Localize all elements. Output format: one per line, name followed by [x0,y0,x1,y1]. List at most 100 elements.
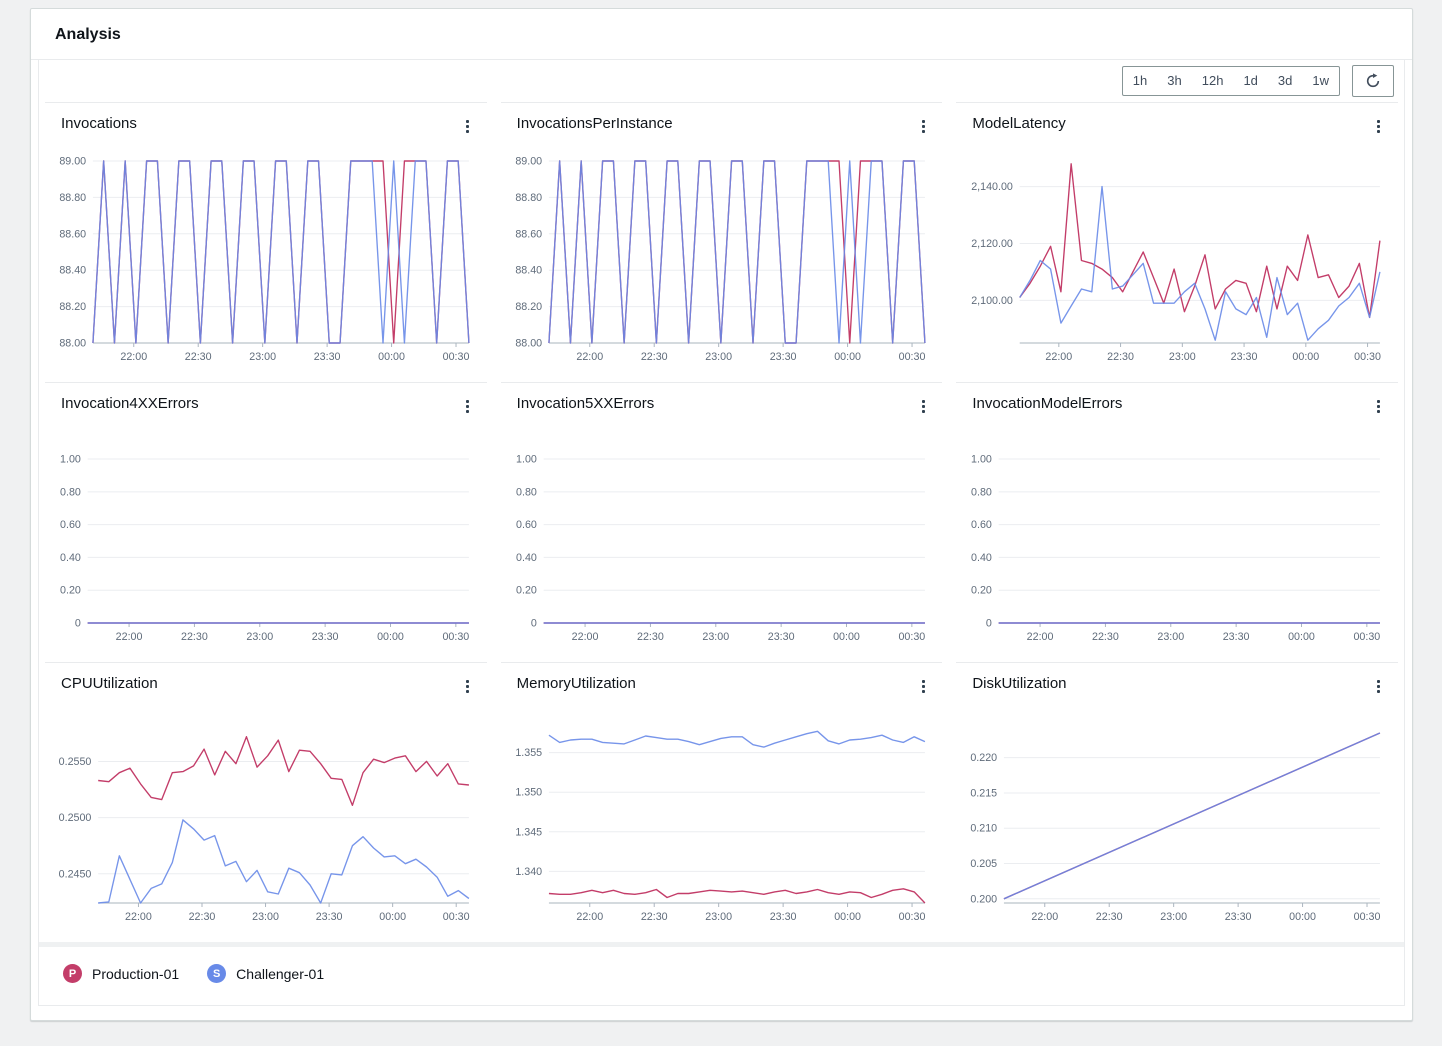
svg-text:0.60: 0.60 [516,519,537,531]
widget-invocation-model-errors: InvocationModelErrors 00.200.400.600.801… [956,382,1398,662]
svg-text:1.345: 1.345 [515,826,542,838]
legend-label: Challenger-01 [236,966,324,982]
svg-text:88.60: 88.60 [59,228,86,240]
chart-title: ModelLatency [972,115,1065,132]
svg-text:23:30: 23:30 [767,631,794,643]
svg-text:0.210: 0.210 [971,823,998,835]
kebab-menu-icon[interactable] [1370,395,1388,417]
svg-text:0.60: 0.60 [971,519,992,531]
kebab-menu-icon[interactable] [1370,115,1388,137]
time-range-1h[interactable]: 1h [1123,67,1157,95]
legend-label: Production-01 [92,966,179,982]
svg-text:0.215: 0.215 [971,787,998,799]
widget-model-latency: ModelLatency 2,100.002,120.002,140.0022:… [956,102,1398,382]
line-chart-disk-utilization[interactable]: 0.2000.2050.2100.2150.22022:0022:3023:00… [964,701,1390,937]
svg-text:22:30: 22:30 [1108,351,1135,363]
svg-text:22:00: 22:00 [120,351,147,363]
svg-text:22:00: 22:00 [1027,631,1054,643]
svg-text:22:30: 22:30 [1092,631,1119,643]
svg-text:0: 0 [531,617,537,629]
svg-text:22:00: 22:00 [1046,351,1073,363]
time-range-12h[interactable]: 12h [1192,67,1234,95]
svg-text:22:30: 22:30 [1096,911,1123,923]
svg-text:1.00: 1.00 [971,453,992,465]
line-chart-model-latency[interactable]: 2,100.002,120.002,140.0022:0022:3023:002… [964,141,1390,377]
svg-text:89.00: 89.00 [515,155,542,167]
svg-text:1.00: 1.00 [516,453,537,465]
kebab-menu-icon[interactable] [1370,675,1388,697]
svg-text:0.205: 0.205 [971,858,998,870]
svg-text:2,120.00: 2,120.00 [972,238,1014,250]
widget-disk-utilization: DiskUtilization 0.2000.2050.2100.2150.22… [956,662,1398,942]
time-range-3h[interactable]: 3h [1157,67,1191,95]
line-chart-invocation-model-errors[interactable]: 00.200.400.600.801.0022:0022:3023:0023:3… [964,421,1390,657]
dashboard-panel: 1h 3h 12h 1d 3d 1w Invocations [38,60,1405,1006]
time-range-3d[interactable]: 3d [1268,67,1302,95]
refresh-icon [1365,73,1381,89]
svg-text:23:30: 23:30 [769,911,796,923]
kebab-menu-icon[interactable] [459,675,477,697]
svg-text:0.20: 0.20 [971,585,992,597]
line-chart-memory-utilization[interactable]: 1.3401.3451.3501.35522:0022:3023:0023:30… [509,701,935,937]
svg-text:00:30: 00:30 [443,351,470,363]
svg-text:00:30: 00:30 [1355,351,1382,363]
svg-text:22:00: 22:00 [576,351,603,363]
svg-text:23:00: 23:00 [1158,631,1185,643]
svg-text:00:30: 00:30 [898,351,925,363]
svg-text:22:30: 22:30 [189,911,216,923]
line-chart-cpu-utilization[interactable]: 0.24500.25000.255022:0022:3023:0023:3000… [53,701,479,937]
kebab-menu-icon[interactable] [459,395,477,417]
svg-text:22:00: 22:00 [116,631,143,643]
svg-text:23:00: 23:00 [705,911,732,923]
legend-item-challenger[interactable]: S Challenger-01 [207,964,324,983]
svg-text:2,100.00: 2,100.00 [972,295,1014,307]
line-chart-invocation-5xx-errors[interactable]: 00.200.400.600.801.0022:0022:3023:0023:3… [509,421,935,657]
svg-text:00:30: 00:30 [1354,631,1381,643]
svg-text:22:30: 22:30 [637,631,664,643]
svg-text:0.20: 0.20 [60,585,81,597]
line-chart-invocation-4xx-errors[interactable]: 00.200.400.600.801.0022:0022:3023:0023:3… [53,421,479,657]
svg-text:22:30: 22:30 [185,351,212,363]
refresh-button[interactable] [1352,65,1394,97]
chart-title: InvocationModelErrors [972,395,1122,412]
line-chart-invocations-per-instance[interactable]: 88.0088.2088.4088.6088.8089.0022:0022:30… [509,141,935,377]
svg-text:23:30: 23:30 [769,351,796,363]
time-range-1d[interactable]: 1d [1233,67,1267,95]
svg-text:88.20: 88.20 [515,301,542,313]
widget-invocations-per-instance: InvocationsPerInstance 88.0088.2088.4088… [501,102,943,382]
svg-text:00:30: 00:30 [898,631,925,643]
time-range-selector: 1h 3h 12h 1d 3d 1w [1122,66,1340,96]
widget-invocation-5xx-errors: Invocation5XXErrors 00.200.400.600.801.0… [501,382,943,662]
svg-text:1.340: 1.340 [515,866,542,878]
svg-text:0: 0 [75,617,81,629]
chart-title: CPUUtilization [61,675,158,692]
chart-title: Invocation5XXErrors [517,395,655,412]
kebab-menu-icon[interactable] [914,115,932,137]
svg-text:0.40: 0.40 [60,552,81,564]
svg-text:88.60: 88.60 [515,228,542,240]
svg-text:23:00: 23:00 [252,911,279,923]
svg-text:0: 0 [986,617,992,629]
kebab-menu-icon[interactable] [459,115,477,137]
svg-text:00:00: 00:00 [833,631,860,643]
svg-text:00:30: 00:30 [898,911,925,923]
svg-text:1.355: 1.355 [515,747,542,759]
svg-text:22:30: 22:30 [640,351,667,363]
page-title: Analysis [55,26,1388,44]
kebab-menu-icon[interactable] [914,675,932,697]
card-header: Analysis [31,9,1412,60]
svg-text:22:00: 22:00 [125,911,152,923]
svg-text:0.80: 0.80 [516,486,537,498]
svg-text:23:30: 23:30 [1225,911,1252,923]
charts-grid: Invocations 88.0088.2088.4088.6088.8089.… [39,102,1404,942]
chart-legend: P Production-01 S Challenger-01 [39,947,1404,1005]
svg-text:00:30: 00:30 [443,911,470,923]
legend-item-production[interactable]: P Production-01 [63,964,179,983]
chart-title: InvocationsPerInstance [517,115,673,132]
line-chart-invocations[interactable]: 88.0088.2088.4088.6088.8089.0022:0022:30… [53,141,479,377]
svg-text:23:30: 23:30 [1223,631,1250,643]
svg-text:0.200: 0.200 [971,893,998,905]
time-range-1w[interactable]: 1w [1302,67,1339,95]
kebab-menu-icon[interactable] [914,395,932,417]
svg-text:88.00: 88.00 [515,337,542,349]
